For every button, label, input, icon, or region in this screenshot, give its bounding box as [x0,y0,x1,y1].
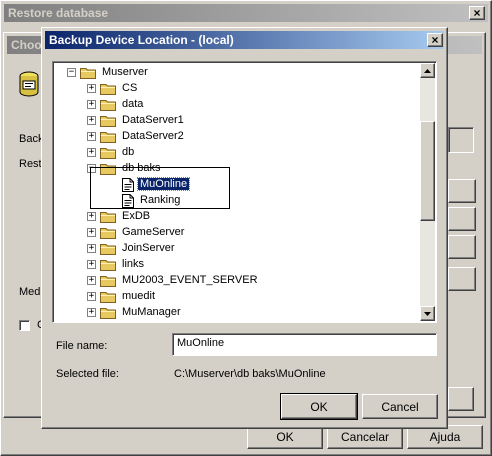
tree-item-label: DataServer2 [122,130,184,142]
side-button-4[interactable] [448,267,476,291]
tree-folder-item[interactable]: + GameServer [53,225,419,241]
folder-icon [100,100,116,111]
dialog-title: Backup Device Location - (local) [49,33,234,47]
folder-icon [80,68,96,79]
expand-icon[interactable]: + [87,84,96,93]
collapse-icon[interactable]: − [67,68,76,77]
tree-item-label: MuManager [122,306,181,318]
restore-help-label: Ajuda [429,430,461,444]
scroll-down-button[interactable] [420,306,435,321]
restore-database-title: Restore database [8,6,109,20]
file-name-label: File name: [56,340,108,352]
close-icon: × [431,33,439,47]
tree-item-label: links [122,258,145,270]
down-arrow-icon [424,311,431,316]
right-panel-field [448,127,474,153]
folder-tree[interactable]: − Muserver + CS + data + DataServer1 + DataServer… [52,61,437,323]
tree-folder-item[interactable]: + links [53,257,419,273]
side-button-2[interactable] [448,207,476,231]
tree-item-label: DataServer1 [122,114,184,126]
dialog-close-button[interactable]: × [427,33,443,47]
side-button-5[interactable] [448,387,474,411]
folder-icon [100,84,116,95]
tree-folder-item[interactable]: + CS [53,81,419,97]
folder-icon [100,292,116,303]
restore-cancel-label: Cancelar [340,430,390,444]
tree-item-label: GameServer [122,226,185,238]
tree-rows: − Muserver + CS + data + DataServer1 + DataServer… [53,62,421,322]
tree-folder-item[interactable]: + JoinServer [53,241,419,257]
restore-ok-label: OK [276,430,294,444]
dialog-ok-button[interactable]: OK [280,393,358,420]
file-name-input[interactable]: MuOnline [172,333,437,356]
expand-icon[interactable]: + [87,260,96,269]
option-checkbox[interactable] [19,320,30,331]
tree-folder-item[interactable]: − Muserver [53,65,419,81]
folder-icon [100,148,116,159]
dialog-ok-label: OK [310,399,328,414]
scroll-thumb[interactable] [420,121,435,221]
close-icon: × [473,6,481,20]
expand-icon[interactable]: + [87,212,96,221]
selected-file-value: C:\Muserver\db baks\MuOnline [174,368,326,380]
tree-scrollbar[interactable] [420,63,435,321]
folder-icon [100,244,116,255]
tree-folder-item[interactable]: + DataServer1 [53,113,419,129]
side-button-3[interactable] [448,235,476,259]
tree-item-label: MU2003_EVENT_SERVER [122,274,258,286]
folder-icon [100,308,116,319]
folder-icon [100,276,116,287]
folder-icon [100,116,116,127]
tree-item-label: muedit [122,290,156,302]
highlight-box [90,167,230,209]
tree-item-label: JoinServer [122,242,175,254]
restore-label: Rest [19,158,42,170]
tree-folder-item[interactable]: + MU2003_EVENT_SERVER [53,273,419,289]
expand-icon[interactable]: + [87,292,96,301]
tree-item-label: CS [122,82,138,94]
folder-icon [100,260,116,271]
database-icon [19,71,39,97]
selected-file-label: Selected file: [56,368,119,380]
side-button-1[interactable] [448,179,476,203]
tree-folder-item[interactable]: + db [53,145,419,161]
folder-icon [100,228,116,239]
file-name-value: MuOnline [177,337,225,349]
dialog-cancel-label: Cancel [381,399,419,414]
folder-icon [100,132,116,143]
tree-folder-item[interactable]: + muedit [53,289,419,305]
tree-item-label: Muserver [102,66,148,78]
dialog-cancel-button[interactable]: Cancel [362,394,438,419]
tree-item-label: db [122,146,135,158]
tree-folder-item[interactable]: + MuManager [53,305,419,321]
dialog-titlebar: Backup Device Location - (local) [45,31,444,49]
tree-folder-item[interactable]: + data [53,97,419,113]
backup-label: Back [19,133,44,145]
expand-icon[interactable]: + [87,276,96,285]
expand-icon[interactable]: + [87,132,96,141]
up-arrow-icon [424,68,431,73]
tree-item-label: data [122,98,144,110]
media-label: Medi [19,286,43,298]
expand-icon[interactable]: + [87,116,96,125]
backup-device-location-dialog: Backup Device Location - (local) × − Muse… [41,27,448,429]
expand-icon[interactable]: + [87,228,96,237]
restore-close-button[interactable]: × [469,6,485,20]
folder-icon [100,212,116,223]
expand-icon[interactable]: + [87,100,96,109]
tree-folder-item[interactable]: + DataServer2 [53,129,419,145]
expand-icon[interactable]: + [87,308,96,317]
tree-item-label: ExDB [122,210,151,222]
scroll-up-button[interactable] [420,63,435,78]
tree-folder-item[interactable]: + ExDB [53,209,419,225]
expand-icon[interactable]: + [87,148,96,157]
restore-database-titlebar: Restore database [4,4,488,22]
expand-icon[interactable]: + [87,244,96,253]
